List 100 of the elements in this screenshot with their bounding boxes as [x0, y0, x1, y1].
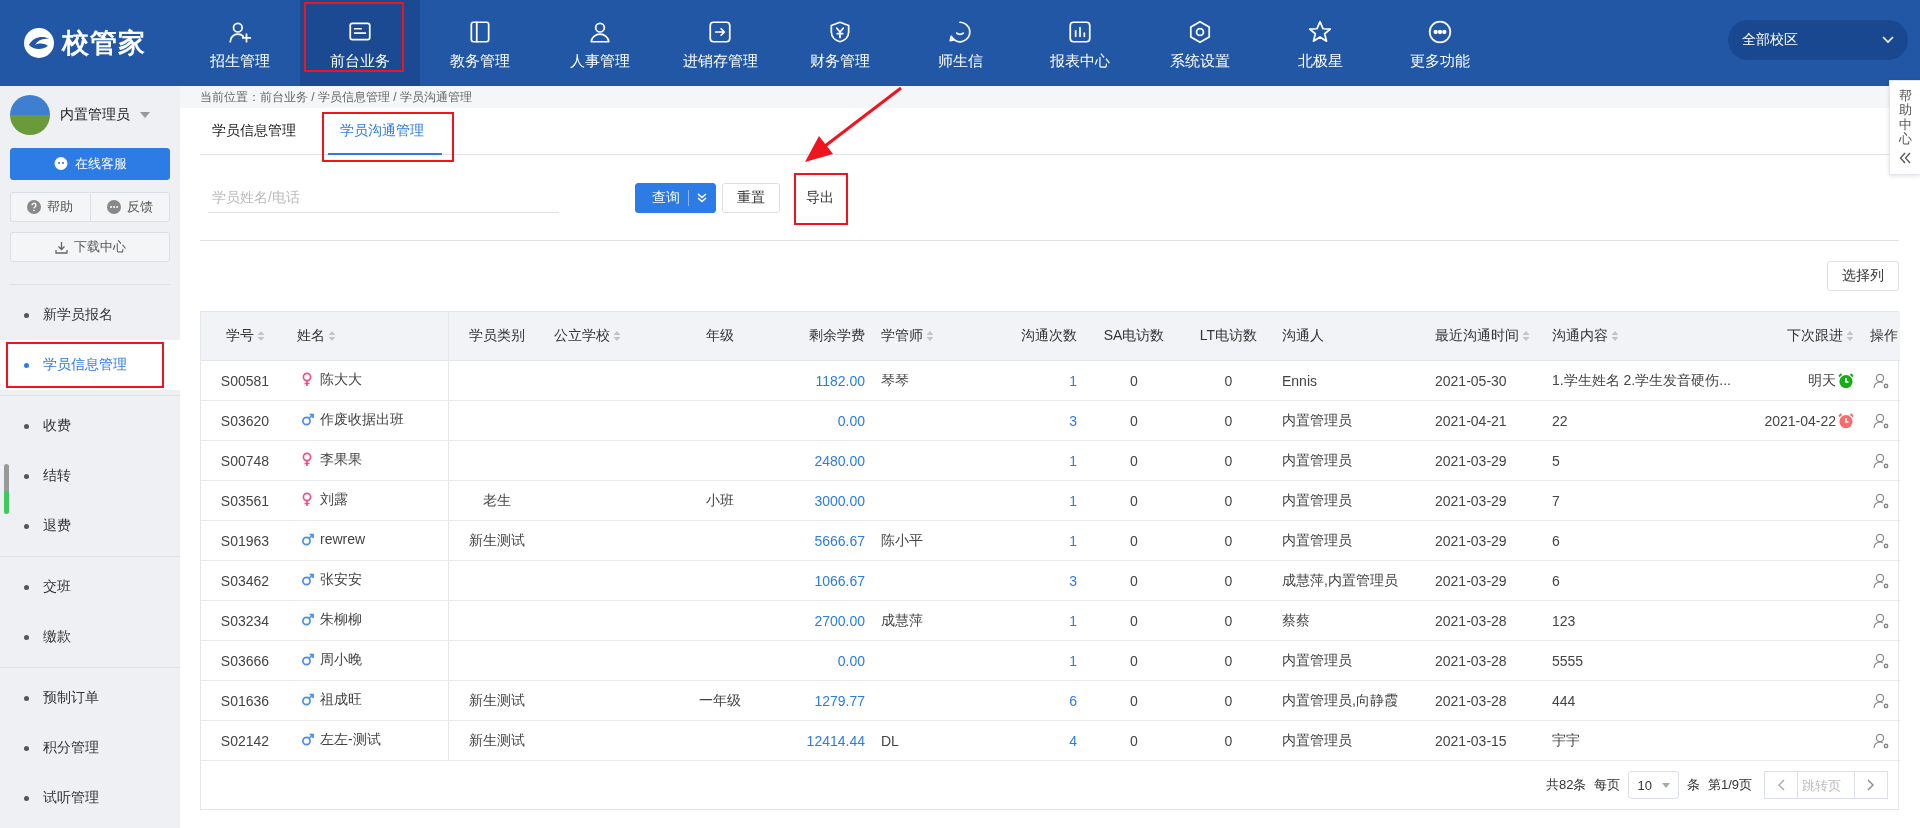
male-symbol-icon: [301, 531, 314, 547]
settings-icon: [1187, 19, 1213, 45]
column-header[interactable]: 姓名: [297, 327, 336, 345]
table-cell: 0: [1130, 452, 1138, 469]
nav-tab[interactable]: 系统设置: [1140, 0, 1260, 86]
male-symbol-icon: [301, 732, 314, 748]
sidebar-item[interactable]: 新学员报名: [0, 290, 180, 340]
communication-count-link[interactable]: 6: [1069, 692, 1077, 709]
person-gear-icon[interactable]: [1872, 491, 1890, 510]
campus-select[interactable]: 全部校区: [1728, 20, 1908, 60]
table-cell: 成慧萍,内置管理员: [1282, 571, 1398, 588]
reset-button[interactable]: 重置: [722, 182, 780, 213]
column-header: 剩余学费: [809, 327, 865, 345]
table-cell: 0: [1130, 692, 1138, 709]
page-size-select[interactable]: 10: [1628, 771, 1679, 799]
student-name: 李果果: [320, 450, 362, 469]
table-cell: 0: [1130, 412, 1138, 429]
communication-count-link[interactable]: 1: [1069, 372, 1077, 389]
sidebar-item[interactable]: 缴款: [0, 612, 180, 662]
nav-tab[interactable]: 招生管理: [180, 0, 300, 86]
column-header[interactable]: 沟通内容: [1552, 327, 1619, 345]
person-gear-icon[interactable]: [1872, 571, 1890, 590]
total-count: 共82条: [1546, 776, 1587, 794]
download-icon: [54, 240, 68, 254]
sort-icon[interactable]: [926, 330, 934, 342]
sort-icon[interactable]: [613, 330, 621, 342]
communication-count-link[interactable]: 3: [1069, 572, 1077, 589]
scrollbar[interactable]: [4, 464, 9, 514]
table-cell: S02142: [220, 732, 270, 749]
table-cell: 0: [1224, 532, 1233, 549]
column-picker-button[interactable]: 选择列: [1827, 261, 1899, 291]
caret-down-icon[interactable]: [140, 112, 150, 118]
table-cell: 6: [1552, 532, 1560, 549]
person-gear-icon[interactable]: [1872, 651, 1890, 670]
table-cell: 陈小平: [881, 531, 923, 548]
communication-count-link[interactable]: 1: [1069, 452, 1077, 469]
student-name: 张安安: [320, 570, 362, 589]
nav-tab[interactable]: 北极星: [1260, 0, 1380, 86]
table-cell: 内置管理员: [1282, 491, 1352, 508]
nav-tab[interactable]: 教务管理: [420, 0, 540, 86]
tab[interactable]: 学员信息管理: [200, 108, 314, 154]
student-name: 周小晚: [320, 650, 362, 669]
sort-icon[interactable]: [1611, 330, 1619, 342]
female-symbol-icon: [301, 492, 314, 508]
question-icon: [27, 200, 42, 214]
alarm-clock-icon[interactable]: [1838, 412, 1854, 429]
person-gear-icon[interactable]: [1872, 731, 1890, 750]
download-center-button[interactable]: 下载中心: [10, 232, 170, 262]
communication-count-link[interactable]: 1: [1069, 612, 1077, 629]
sidebar-item[interactable]: 结转: [0, 451, 180, 501]
nav-tab[interactable]: 财务管理: [780, 0, 900, 86]
nav-tab[interactable]: 人事管理: [540, 0, 660, 86]
communication-count-link[interactable]: 1: [1069, 532, 1077, 549]
follow-up-date: 2021-04-22: [1764, 412, 1836, 429]
jump-page-field[interactable]: 跳转页: [1798, 771, 1854, 799]
sort-icon[interactable]: [328, 330, 336, 342]
table-cell: 2021-03-28: [1435, 612, 1507, 629]
column-header[interactable]: 学号: [225, 327, 265, 345]
feedback-button[interactable]: 反馈: [89, 192, 170, 222]
nav-tab[interactable]: 前台业务: [300, 0, 420, 86]
nav-tab[interactable]: 进销存管理: [660, 0, 780, 86]
person-gear-icon[interactable]: [1872, 531, 1890, 550]
sort-icon[interactable]: [1522, 330, 1530, 342]
person-gear-icon[interactable]: [1872, 451, 1890, 470]
sort-icon[interactable]: [1846, 330, 1854, 342]
person-gear-icon[interactable]: [1872, 691, 1890, 710]
sidebar-item[interactable]: 退费: [0, 501, 180, 551]
person-gear-icon[interactable]: [1872, 611, 1890, 630]
alarm-clock-icon[interactable]: [1838, 372, 1854, 389]
nav-tab[interactable]: 更多功能: [1380, 0, 1500, 86]
table-cell: 宇宇: [1552, 731, 1580, 748]
communication-count-link[interactable]: 1: [1069, 492, 1077, 509]
sidebar-item[interactable]: 试听管理: [0, 773, 180, 823]
sidebar-item[interactable]: 交班: [0, 562, 180, 612]
student-name: rewrew: [320, 531, 366, 548]
sidebar-item[interactable]: 积分管理: [0, 723, 180, 773]
person-gear-icon[interactable]: [1872, 411, 1890, 430]
communication-count-link[interactable]: 1: [1069, 652, 1077, 669]
person-gear-icon[interactable]: [1872, 371, 1890, 390]
help-center-tab[interactable]: 帮助中心: [1889, 80, 1920, 176]
table-cell: S01963: [220, 532, 270, 549]
tab[interactable]: 学员沟通管理: [328, 108, 442, 155]
sidebar-item[interactable]: 收费: [0, 401, 180, 451]
sort-icon[interactable]: [256, 330, 265, 342]
communication-count-link[interactable]: 3: [1069, 412, 1077, 429]
table-cell: 新生测试: [469, 531, 526, 548]
next-page-button[interactable]: [1854, 771, 1888, 799]
online-service-button[interactable]: 在线客服: [10, 148, 170, 180]
table-cell: 0: [1130, 532, 1138, 549]
communication-count-link[interactable]: 4: [1069, 732, 1077, 749]
table-cell: 成慧萍: [881, 611, 923, 628]
sidebar-item[interactable]: 预制订单: [0, 673, 180, 723]
help-button[interactable]: 帮助: [10, 192, 90, 222]
nav-tab[interactable]: 师生信: [900, 0, 1020, 86]
table-cell: 0: [1224, 612, 1233, 629]
nav-tab[interactable]: 报表中心: [1020, 0, 1140, 86]
column-header: 沟通人: [1282, 327, 1324, 345]
sidebar-item[interactable]: 学员信息管理: [0, 340, 180, 390]
caret-down-icon: [1661, 782, 1670, 788]
query-button[interactable]: 查询: [635, 182, 716, 213]
